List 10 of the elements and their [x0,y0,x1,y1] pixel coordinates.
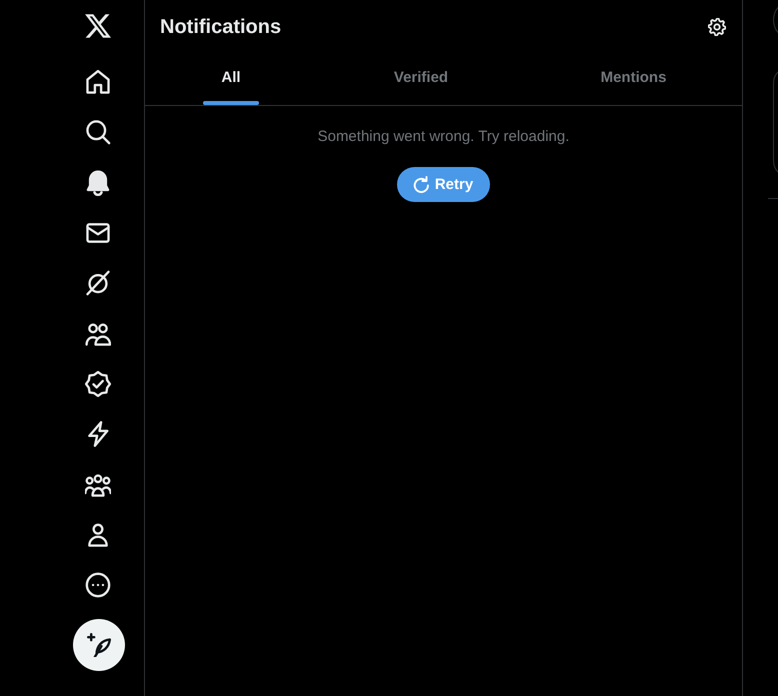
page-title: Notifications [160,14,282,38]
feather-plus-icon [87,632,111,657]
error-message: Something went wrong. Try reloading. [318,127,570,147]
tab[interactable]: Mentions [525,53,742,105]
refresh-icon [412,176,430,193]
logo-icon[interactable] [85,14,111,38]
tab[interactable]: Verified [317,53,525,105]
settings-icon [708,18,726,36]
tab[interactable]: All [145,53,317,105]
retry-button[interactable]: Retry [396,167,490,202]
